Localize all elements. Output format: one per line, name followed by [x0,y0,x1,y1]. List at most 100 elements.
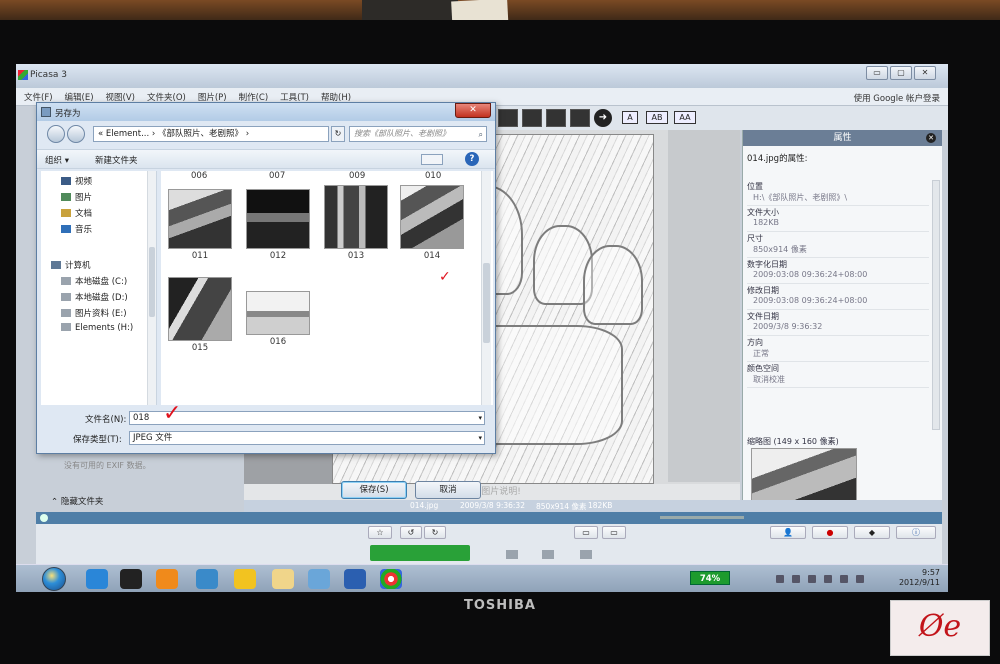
battery-indicator[interactable]: 74% [690,571,730,585]
menu-picture[interactable]: 图片(P) [190,88,231,103]
menu-file[interactable]: 文件(F) [16,88,57,103]
organize-button[interactable]: 组织 ▾ [45,154,69,166]
start-button[interactable] [42,567,66,591]
menu-folder[interactable]: 文件夹(O) [139,88,190,103]
export-icon[interactable] [580,550,592,559]
drive-icon [61,277,71,285]
property-row: 文件大小 182KB [747,206,929,232]
menu-view[interactable]: 视图(V) [98,88,139,103]
nav-item-drive-h[interactable]: Elements (H:) [61,323,133,333]
view-compare-icon[interactable]: ▭ [602,526,626,539]
caption-mode-aa-button[interactable]: AA [674,111,696,124]
nav-item-pictures[interactable]: 图片 [61,191,92,203]
view-options-icon[interactable] [421,154,443,165]
app-title: Picasa 3 [30,70,67,80]
nav-item-music[interactable]: 音乐 [61,223,92,235]
tray-icon[interactable] [808,575,816,583]
tray-icon[interactable] [792,575,800,583]
refresh-icon[interactable]: ↻ [331,126,345,142]
caption-mode-ab-button[interactable]: AB [646,111,668,124]
collapse-icon[interactable] [40,514,48,522]
rotate-right-icon[interactable]: ↻ [424,526,446,539]
minimize-button[interactable]: ▭ [866,66,888,80]
hide-folders-toggle[interactable]: ⌃ 隐藏文件夹 [51,495,103,507]
save-button[interactable]: 保存(S) [341,481,407,499]
new-folder-button[interactable]: 新建文件夹 [95,154,138,166]
chevron-down-icon[interactable]: ▾ [478,432,482,444]
toolbar-thumbnail[interactable] [522,109,542,127]
folder-icon[interactable] [272,569,294,589]
clock[interactable]: 9:57 2012/9/11 [876,568,940,588]
volume-icon[interactable] [840,575,848,583]
filetype-select[interactable]: JPEG 文件 ▾ [129,431,485,445]
next-arrow-icon[interactable]: ➜ [594,109,612,127]
star-icon[interactable]: ☆ [368,526,392,539]
file-item[interactable]: 012 [243,189,313,261]
scroll-thumb[interactable] [483,263,490,343]
caption-prompt[interactable]: 制作图片说明! [244,484,740,500]
file-item[interactable]: 011 [165,189,235,261]
upload-button[interactable] [370,545,470,561]
dialog-command-bar: 组织 ▾ 新建文件夹 ? [37,149,495,169]
nav-item-computer[interactable]: 计算机 [51,259,91,271]
view-single-icon[interactable]: ▭ [574,526,598,539]
file-item[interactable]: 014 [397,185,467,261]
nav-item-videos[interactable]: 视频 [61,175,92,187]
file-list-scrollbar[interactable] [481,171,491,405]
qq-icon[interactable] [120,569,142,589]
network-icon[interactable] [824,575,832,583]
filename-input[interactable]: 018 ▾ [129,411,485,425]
ie-icon[interactable] [86,569,108,589]
menu-tools[interactable]: 工具(T) [272,88,313,103]
red-check-mark: ✓ [439,269,451,285]
file-label: 013 [347,251,365,261]
smiley-app-icon[interactable] [234,569,256,589]
nav-scrollbar[interactable] [147,171,156,405]
toolbar-thumbnail[interactable] [570,109,590,127]
chevron-down-icon[interactable]: ▾ [478,412,482,424]
file-item[interactable]: 016 [243,291,313,347]
tags-icon[interactable]: ◆ [854,526,890,539]
people-icon[interactable]: 👤 [770,526,806,539]
picasa-titlebar: Picasa 3 ▭ ▢ ✕ [16,64,948,88]
nav-item-drive-e[interactable]: 图片资料 (E:) [61,307,127,319]
image-viewer-icon[interactable] [308,569,330,589]
caption-mode-a-button[interactable]: A [622,111,638,124]
cancel-button[interactable]: 取消 [415,481,481,499]
close-icon[interactable]: ✕ [926,133,936,143]
forward-icon[interactable] [67,125,85,143]
back-icon[interactable] [47,125,65,143]
toolbar-thumbnail[interactable] [498,109,518,127]
address-bar[interactable]: « Element... › 《部队照片、老剧照》 › [93,126,329,142]
properties-scrollbar[interactable] [932,180,940,430]
toolbar-thumbnail[interactable] [546,109,566,127]
property-value: 2009/3/8 9:36:32 [753,322,823,331]
tray-icon[interactable] [856,575,864,583]
search-input[interactable]: 搜索《部队照片、老剧照》 ⌕ [349,126,487,142]
pen-tool-icon[interactable] [196,569,218,589]
scroll-thumb[interactable] [149,247,155,317]
dialog-close-button[interactable]: ✕ [455,103,491,118]
zoom-slider[interactable] [660,516,744,519]
maximize-button[interactable]: ▢ [890,66,912,80]
email-icon[interactable] [506,550,518,559]
help-icon[interactable]: ? [465,152,479,166]
menu-edit[interactable]: 编辑(E) [57,88,98,103]
google-signin-link[interactable]: 使用 Google 帐户登录 [854,92,940,104]
file-item[interactable]: 013 [321,185,391,261]
location-icon[interactable]: ● [812,526,848,539]
nav-item-drive-d[interactable]: 本地磁盘 (D:) [61,291,128,303]
close-button[interactable]: ✕ [914,66,936,80]
menu-create[interactable]: 制作(C) [231,88,273,103]
rotate-left-icon[interactable]: ↺ [400,526,422,539]
menu-help[interactable]: 帮助(H) [313,88,355,103]
media-player-icon[interactable] [156,569,178,589]
word-icon[interactable] [344,569,366,589]
tray-icon[interactable] [776,575,784,583]
picasa-taskbar-icon[interactable] [380,569,402,589]
nav-item-documents[interactable]: 文档 [61,207,92,219]
nav-item-drive-c[interactable]: 本地磁盘 (C:) [61,275,127,287]
info-icon[interactable]: ⓘ [896,526,936,539]
print-icon[interactable] [542,550,554,559]
file-item[interactable]: 015 [165,277,235,353]
